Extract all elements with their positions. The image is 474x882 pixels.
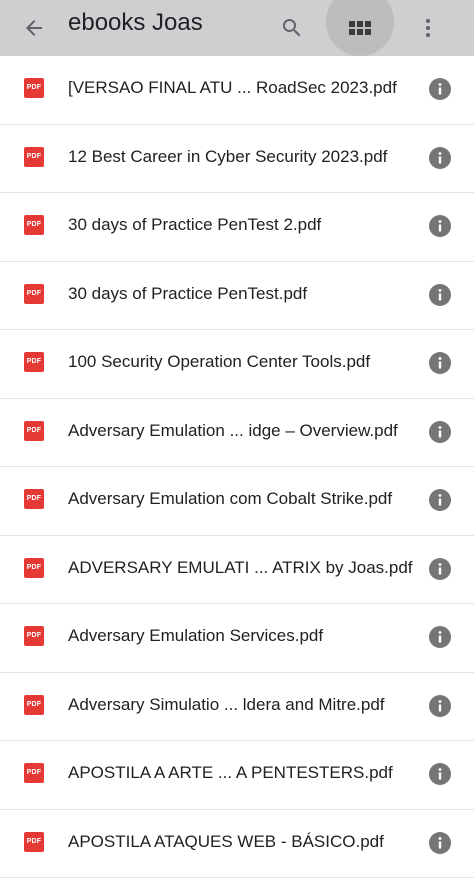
arrow-back-icon <box>26 20 42 36</box>
file-row[interactable]: PDF 12 Best Career in Cyber Security 202… <box>0 125 474 193</box>
file-name: Adversary Emulation com Cobalt Strike.pd… <box>68 489 393 508</box>
file-name: 100 Security Operation Center Tools.pdf <box>68 352 371 371</box>
pdf-file-icon: PDF <box>24 557 44 578</box>
more-vert-icon <box>426 19 430 37</box>
grid-view-icon <box>349 21 371 35</box>
file-name: Adversary Simulatio ... ldera and Mitre.… <box>68 694 385 714</box>
file-info-button[interactable] <box>424 758 456 790</box>
file-row[interactable]: PDF 30 days of Practice PenTest.pdf <box>0 262 474 330</box>
pdf-file-icon: PDF <box>24 215 44 235</box>
pdf-file-icon: PDF <box>24 352 44 372</box>
file-info-button[interactable] <box>424 73 456 105</box>
file-name: Adversary Emulation Services.pdf <box>68 626 324 645</box>
file-name: APOSTILA ATAQUES WEB - BÁSICO.pdf <box>68 831 384 851</box>
file-row[interactable]: PDF Adversary Emulation ... idge – Overv… <box>0 399 474 467</box>
file-name: ADVERSARY EMULATI ... ATRIX by Joas.pdf <box>68 557 413 577</box>
file-info-button[interactable] <box>424 416 456 448</box>
info-icon <box>429 763 451 785</box>
info-icon <box>429 420 451 443</box>
file-info-button[interactable] <box>424 210 456 242</box>
file-row[interactable]: PDF APOSTILA A ARTE ... A PENTESTERS.pdf <box>0 741 474 810</box>
file-info-button[interactable] <box>424 279 456 311</box>
file-name: 30 days of Practice PenTest.pdf <box>68 283 308 303</box>
pdf-file-icon: PDF <box>24 146 44 167</box>
more-options-button[interactable] <box>408 4 448 52</box>
pdf-file-icon: PDF <box>24 78 44 98</box>
info-icon <box>429 831 451 854</box>
file-info-button[interactable] <box>424 827 456 859</box>
file-name: Adversary Emulation ... idge – Overview.… <box>68 420 398 440</box>
top-app-bar: ebooks Joas <box>0 0 474 56</box>
file-info-button[interactable] <box>424 690 456 722</box>
pdf-file-icon: PDF <box>24 694 44 715</box>
info-icon <box>429 215 451 237</box>
info-icon <box>429 557 451 580</box>
file-name: [VERSAO FINAL ATU ... RoadSec 2023.pdf <box>68 78 397 97</box>
pdf-file-icon: PDF <box>24 626 44 646</box>
file-row[interactable]: PDF ADVERSARY EMULATI ... ATRIX by Joas.… <box>0 536 474 604</box>
file-row[interactable]: PDF Adversary Emulation com Cobalt Strik… <box>0 467 474 536</box>
file-row[interactable]: PDF 100 Security Operation Center Tools.… <box>0 330 474 399</box>
info-icon <box>429 146 451 169</box>
info-icon <box>429 283 451 306</box>
file-info-button[interactable] <box>424 621 456 653</box>
file-name: APOSTILA A ARTE ... A PENTESTERS.pdf <box>68 763 393 782</box>
file-row[interactable]: PDF 30 days of Practice PenTest 2.pdf <box>0 193 474 262</box>
pdf-file-icon: PDF <box>24 831 44 852</box>
folder-title: ebooks Joas <box>68 9 203 36</box>
back-button[interactable] <box>10 4 58 52</box>
file-info-button[interactable] <box>424 142 456 174</box>
file-name: 12 Best Career in Cyber Security 2023.pd… <box>68 146 388 166</box>
file-info-button[interactable] <box>424 347 456 379</box>
file-row[interactable]: PDF Adversary Simulatio ... ldera and Mi… <box>0 673 474 741</box>
file-info-button[interactable] <box>424 553 456 585</box>
info-icon <box>429 352 451 374</box>
pdf-file-icon: PDF <box>24 283 44 304</box>
file-row[interactable]: PDF APOSTILA ATAQUES WEB - BÁSICO.pdf <box>0 810 474 878</box>
info-icon <box>429 78 451 100</box>
search-icon <box>283 19 301 37</box>
search-button[interactable] <box>268 4 316 52</box>
file-row[interactable]: PDF Adversary Emulation Services.pdf <box>0 604 474 673</box>
grid-view-button[interactable] <box>326 0 394 56</box>
file-browser-screen: ebooks Joas PDF [VERSAO FINAL ATU ... Ro… <box>0 0 474 882</box>
info-icon <box>429 626 451 648</box>
pdf-file-icon: PDF <box>24 420 44 441</box>
pdf-file-icon: PDF <box>24 489 44 509</box>
pdf-file-icon: PDF <box>24 763 44 783</box>
info-icon <box>429 489 451 511</box>
file-name: 30 days of Practice PenTest 2.pdf <box>68 215 322 234</box>
file-info-button[interactable] <box>424 484 456 516</box>
info-icon <box>429 694 451 717</box>
file-row[interactable]: PDF [VERSAO FINAL ATU ... RoadSec 2023.p… <box>0 56 474 125</box>
file-list: PDF [VERSAO FINAL ATU ... RoadSec 2023.p… <box>0 56 474 878</box>
